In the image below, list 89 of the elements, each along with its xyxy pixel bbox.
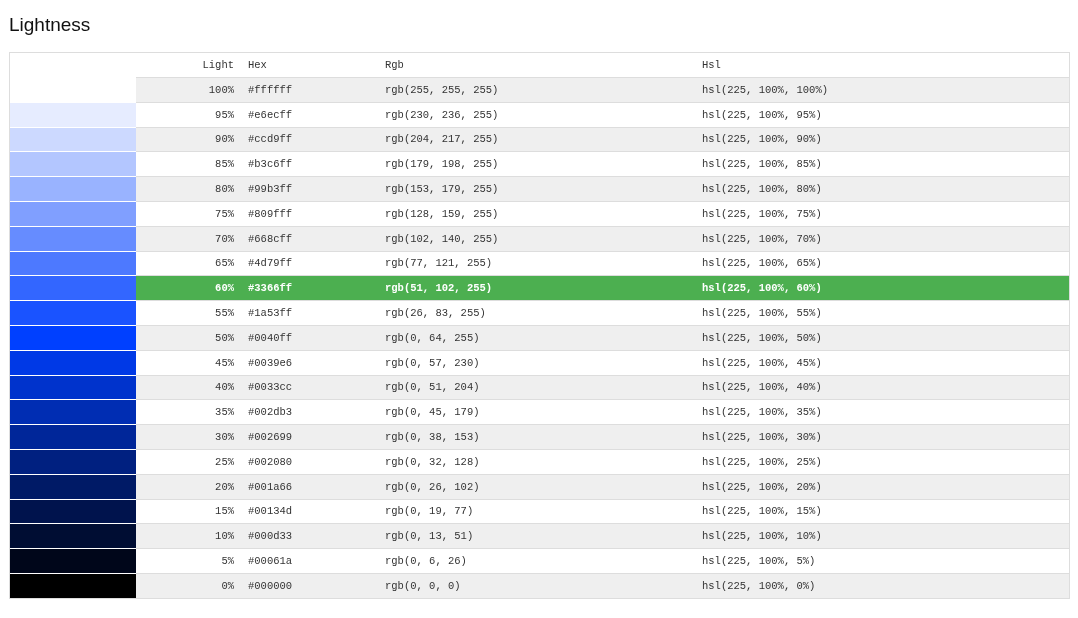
table-cell: 0%: [136, 573, 242, 598]
table-cell-text: 55%: [214, 306, 235, 322]
table-cell: hsl(225, 100%, 30%): [696, 425, 1069, 449]
table-cell-text: hsl(225, 100%, 5%): [701, 554, 817, 570]
table-cell-text: 85%: [214, 157, 235, 173]
table-cell: rgb(0, 0, 0): [379, 573, 696, 598]
column-header: Hex: [247, 58, 268, 73]
page-title: Lightness: [8, 13, 92, 37]
table-cell: #668cff: [242, 226, 379, 251]
table-cell: 70%: [136, 226, 242, 251]
table-cell: hsl(225, 100%, 40%): [696, 375, 1069, 400]
table-cell: 100%: [136, 78, 242, 102]
table-cell-text: hsl(225, 100%, 85%): [701, 157, 823, 173]
table-cell-text: rgb(0, 32, 128): [384, 454, 481, 470]
table-cell: hsl(225, 100%, 60%): [696, 276, 1069, 301]
table-cell: #99b3ff: [242, 177, 379, 201]
table-cell-text: 5%: [220, 554, 235, 570]
column-header: Light: [201, 58, 235, 73]
table-cell-text: #1a53ff: [247, 306, 294, 322]
table-cell-text: rgb(77, 121, 255): [384, 256, 494, 272]
table-cell-text: 95%: [214, 107, 235, 123]
table-cell: #ffffff: [242, 78, 379, 102]
table-cell-text: rgb(179, 198, 255): [384, 157, 500, 173]
table-cell: #002699: [242, 425, 379, 449]
table-cell: rgb(255, 255, 255): [379, 78, 696, 102]
table-cell-text: 35%: [214, 405, 235, 421]
table-cell-text: 75%: [214, 206, 235, 222]
table-cell-text: #809fff: [247, 206, 294, 222]
table-cell-text: hsl(225, 100%, 35%): [701, 405, 823, 421]
table-cell-text: #002080: [247, 454, 294, 470]
table-cell-text: #00061a: [247, 554, 294, 570]
column-header: Rgb: [384, 58, 405, 73]
table-cell: rgb(0, 13, 51): [379, 524, 696, 549]
table-cell: #001a66: [242, 474, 379, 499]
table-cell: hsl(225, 100%, 50%): [696, 325, 1069, 350]
table-cell: rgb(102, 140, 255): [379, 226, 696, 251]
table-cell-text: #00134d: [247, 504, 294, 520]
table-cell: 10%: [136, 524, 242, 549]
table-cell: 80%: [136, 177, 242, 201]
table-cell: hsl(225, 100%, 10%): [696, 524, 1069, 549]
table-cell: 20%: [136, 474, 242, 499]
table-cell: rgb(51, 102, 255): [379, 276, 696, 301]
table-cell-text: rgb(0, 19, 77): [384, 504, 475, 520]
table-cell: hsl(225, 100%, 80%): [696, 177, 1069, 201]
table-cell: hsl(225, 100%, 90%): [696, 127, 1069, 152]
table-cell: #000000: [242, 573, 379, 598]
table-cell: rgb(0, 38, 153): [379, 425, 696, 449]
table-cell: hsl(225, 100%, 20%): [696, 474, 1069, 499]
table-cell: hsl(225, 100%, 100%): [696, 78, 1069, 102]
table-cell-text: rgb(230, 236, 255): [384, 107, 500, 123]
table-cell-text: hsl(225, 100%, 25%): [701, 454, 823, 470]
table-cell-text: rgb(128, 159, 255): [384, 206, 500, 222]
table-cell: rgb(0, 51, 204): [379, 375, 696, 400]
table-cell: #0033cc: [242, 375, 379, 400]
table-cell-text: 25%: [214, 454, 235, 470]
table-cell: 90%: [136, 127, 242, 152]
table-cell-text: rgb(26, 83, 255): [384, 306, 487, 322]
table-cell-text: hsl(225, 100%, 15%): [701, 504, 823, 520]
table-cell: #0040ff: [242, 325, 379, 350]
table-cell: 60%: [136, 276, 242, 301]
table-cell-text: #e6ecff: [247, 107, 294, 123]
table-cell: #ccd9ff: [242, 127, 379, 152]
table-cell-text: #0039e6: [247, 355, 294, 371]
table-cell: #000d33: [242, 524, 379, 549]
table-cell-text: 45%: [214, 355, 235, 371]
table-cell-text: hsl(225, 100%, 65%): [701, 256, 823, 272]
table-cell: rgb(204, 217, 255): [379, 127, 696, 152]
column-header: Hsl: [701, 58, 722, 73]
table-cell-text: rgb(0, 6, 26): [384, 554, 468, 570]
table-cell: #3366ff: [242, 276, 379, 301]
table-cell-text: #002db3: [247, 405, 294, 421]
table-cell-text: 15%: [214, 504, 235, 520]
table-cell-text: hsl(225, 100%, 95%): [701, 107, 823, 123]
table-cell: rgb(0, 64, 255): [379, 325, 696, 350]
table-cell-text: #b3c6ff: [247, 157, 294, 173]
table-cell: 40%: [136, 375, 242, 400]
table-cell: rgb(153, 179, 255): [379, 177, 696, 201]
table-cell-text: rgb(0, 57, 230): [384, 355, 481, 371]
table-cell: rgb(0, 26, 102): [379, 474, 696, 499]
table-cell: hsl(225, 100%, 0%): [696, 573, 1069, 598]
table-cell-text: 65%: [214, 256, 235, 272]
table-cell: hsl(225, 100%, 70%): [696, 226, 1069, 251]
table-cell: 30%: [136, 425, 242, 449]
table-cell-text: hsl(225, 100%, 45%): [701, 355, 823, 371]
table-cell-text: hsl(225, 100%, 55%): [701, 306, 823, 322]
table-cell-text: #4d79ff: [247, 256, 294, 272]
table-cell-text: hsl(225, 100%, 75%): [701, 206, 823, 222]
table-cell: 50%: [136, 325, 242, 350]
table-cell-text: rgb(0, 45, 179): [384, 405, 481, 421]
